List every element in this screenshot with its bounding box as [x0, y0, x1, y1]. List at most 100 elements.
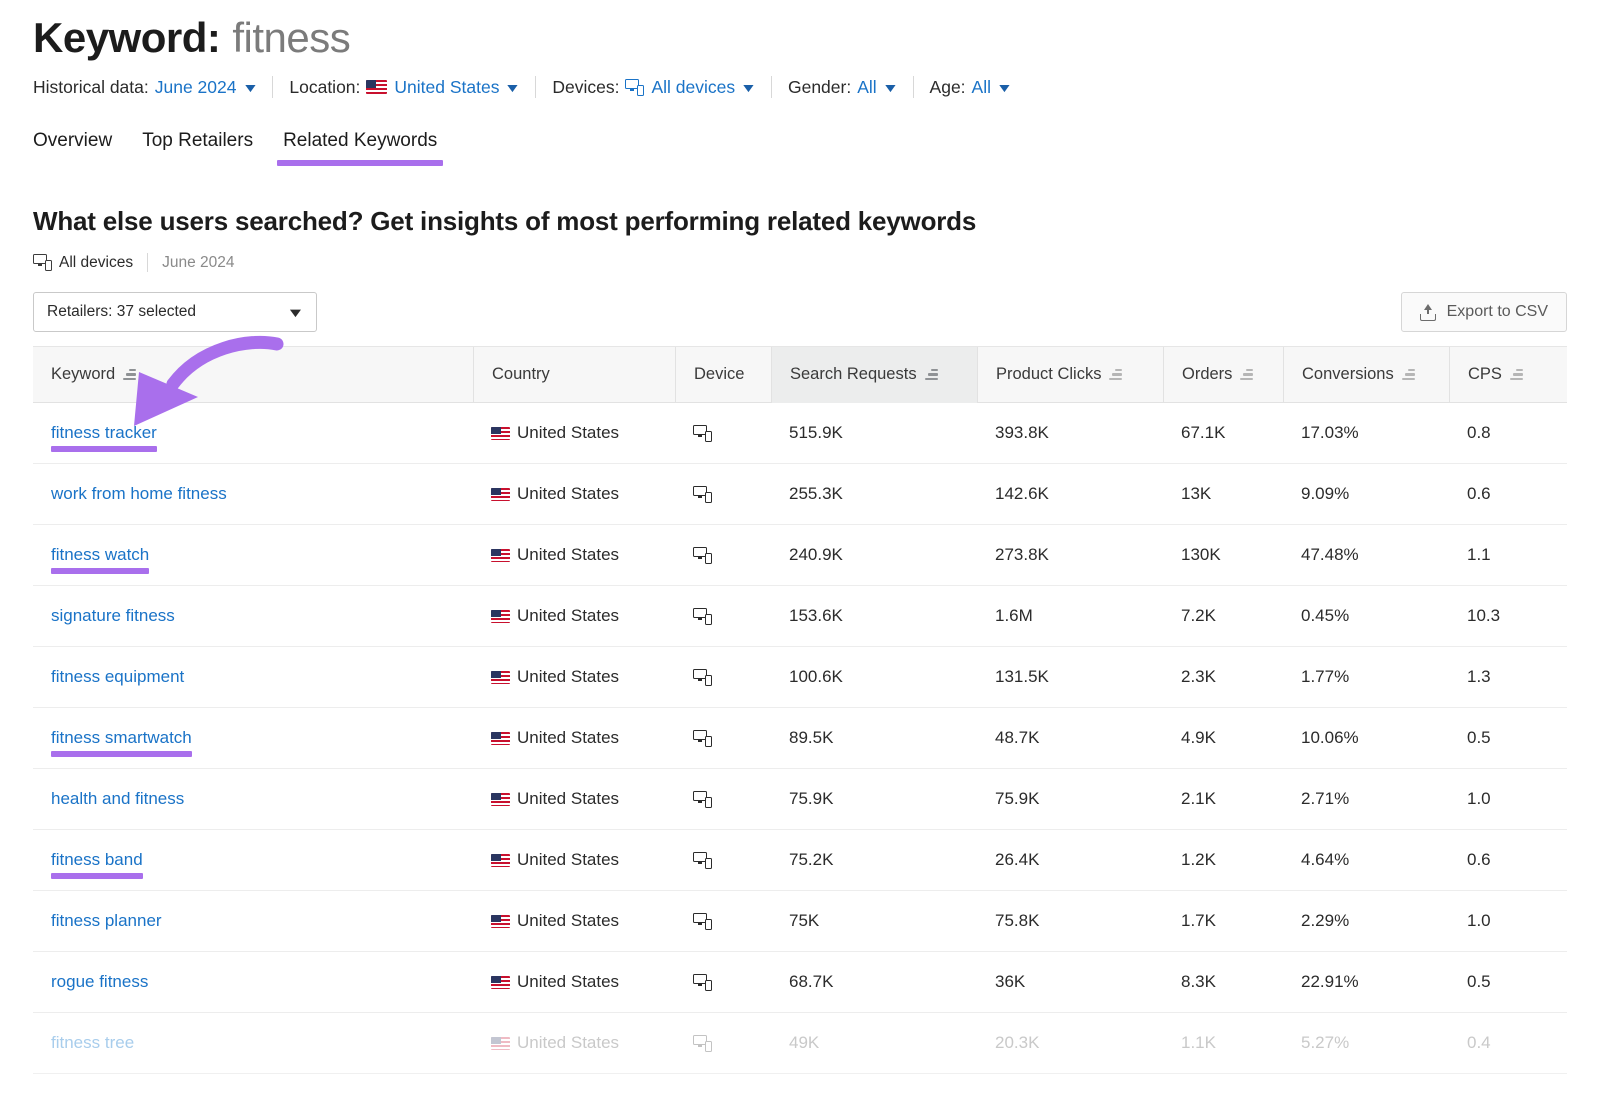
- cell-orders: 1.2K: [1163, 830, 1283, 891]
- tab-overview[interactable]: Overview: [33, 130, 112, 166]
- flag-us-icon: [491, 488, 510, 501]
- column-header-product-clicks-label: Product Clicks: [996, 365, 1101, 384]
- sort-icon[interactable]: [1109, 369, 1122, 380]
- column-header-orders[interactable]: Orders: [1163, 347, 1283, 403]
- sort-icon[interactable]: [1402, 369, 1415, 380]
- column-header-keyword-label: Keyword: [51, 365, 115, 384]
- cell-country: United States: [473, 769, 675, 830]
- filter-age[interactable]: Age: All ▼: [930, 77, 1011, 98]
- country-label: United States: [517, 972, 619, 992]
- cell-search-requests: 240.9K: [771, 525, 977, 586]
- cell-orders: 130K: [1163, 525, 1283, 586]
- keyword-link[interactable]: work from home fitness: [51, 484, 227, 504]
- table-row: health and fitness United States 75.9K75.9…: [33, 769, 1567, 830]
- filter-age-value[interactable]: All ▼: [972, 77, 1011, 98]
- filter-historical-data[interactable]: Historical data: June 2024 ▼: [33, 77, 256, 98]
- filter-devices-value[interactable]: All devices ▼: [625, 77, 755, 98]
- column-header-cps[interactable]: CPS: [1449, 347, 1567, 403]
- country-label: United States: [517, 911, 619, 931]
- filter-bar: Historical data: June 2024 ▼ Location: U…: [33, 76, 1567, 98]
- sort-icon-active[interactable]: [925, 369, 938, 380]
- cell-orders: 2.1K: [1163, 769, 1283, 830]
- keyword-link[interactable]: fitness band: [51, 850, 143, 870]
- keyword-link[interactable]: fitness watch: [51, 545, 149, 565]
- upload-icon: [1420, 304, 1436, 321]
- cell-orders: 8.3K: [1163, 952, 1283, 1013]
- keyword-link[interactable]: fitness smartwatch: [51, 728, 192, 748]
- table-row: fitness smartwatchUnited States89.5K48.7…: [33, 708, 1567, 769]
- tab-top-retailers[interactable]: Top Retailers: [142, 130, 253, 166]
- filter-gender-value[interactable]: All ▼: [857, 77, 896, 98]
- section-meta-devices: All devices: [59, 254, 133, 272]
- sort-icon[interactable]: [1240, 369, 1253, 380]
- sort-icon[interactable]: [123, 369, 136, 380]
- cell-device: [675, 769, 771, 830]
- devices-icon: [693, 1035, 712, 1052]
- cell-product-clicks: 142.6K: [977, 464, 1163, 525]
- column-header-conversions[interactable]: Conversions: [1283, 347, 1449, 403]
- keyword-link[interactable]: fitness tracker: [51, 423, 157, 443]
- flag-us-icon: [491, 915, 510, 928]
- filter-age-text: All: [972, 77, 991, 98]
- country-label: United States: [517, 606, 619, 626]
- retailers-select[interactable]: Retailers: 37 selected ▼: [33, 292, 317, 332]
- section-meta: All devices June 2024: [33, 253, 1567, 272]
- country-label: United States: [517, 728, 619, 748]
- table-row: work from home fitnessUnited States255.3…: [33, 464, 1567, 525]
- filter-location-value[interactable]: United States ▼: [366, 77, 519, 98]
- filter-historical-data-value[interactable]: June 2024 ▼: [155, 77, 257, 98]
- devices-icon: [693, 974, 712, 991]
- cell-country: United States: [473, 403, 675, 464]
- cell-device: [675, 525, 771, 586]
- keyword-link[interactable]: fitness planner: [51, 911, 162, 931]
- devices-icon: [693, 791, 712, 808]
- filter-gender-label: Gender:: [788, 77, 851, 98]
- flag-us-icon: [491, 976, 510, 989]
- filter-devices[interactable]: Devices: All devices ▼: [552, 77, 755, 98]
- tab-related-keywords[interactable]: Related Keywords: [283, 130, 437, 166]
- filter-location[interactable]: Location: United States ▼: [289, 77, 519, 98]
- cell-orders: 7.2K: [1163, 586, 1283, 647]
- cell-cps: 0.5: [1449, 952, 1567, 1013]
- keyword-link[interactable]: health and fitness: [51, 789, 184, 809]
- cell-keyword: fitness tracker: [33, 403, 473, 464]
- cell-device: [675, 586, 771, 647]
- keyword-link[interactable]: rogue fitness: [51, 972, 148, 992]
- keyword-link[interactable]: fitness equipment: [51, 667, 184, 687]
- cell-product-clicks: 75.9K: [977, 769, 1163, 830]
- cell-conversions: 5.27%: [1283, 1013, 1449, 1074]
- cell-country: United States: [473, 1013, 675, 1074]
- keyword-link[interactable]: signature fitness: [51, 606, 175, 626]
- flag-us-icon: [491, 793, 510, 806]
- export-to-csv-button[interactable]: Export to CSV: [1401, 292, 1567, 332]
- cell-search-requests: 75.9K: [771, 769, 977, 830]
- filter-gender[interactable]: Gender: All ▼: [788, 77, 897, 98]
- cell-keyword: fitness planner: [33, 891, 473, 952]
- divider: [913, 76, 914, 98]
- cell-orders: 2.3K: [1163, 647, 1283, 708]
- cell-device: [675, 647, 771, 708]
- section-title: What else users searched? Get insights o…: [33, 206, 1567, 237]
- cell-keyword: work from home fitness: [33, 464, 473, 525]
- cell-product-clicks: 48.7K: [977, 708, 1163, 769]
- cell-search-requests: 515.9K: [771, 403, 977, 464]
- column-header-search-requests-label: Search Requests: [790, 365, 917, 384]
- divider: [771, 76, 772, 98]
- cell-country: United States: [473, 708, 675, 769]
- keyword-link[interactable]: fitness tree: [51, 1033, 134, 1053]
- divider: [535, 76, 536, 98]
- flag-us-icon: [491, 671, 510, 684]
- cell-orders: 67.1K: [1163, 403, 1283, 464]
- cell-conversions: 1.77%: [1283, 647, 1449, 708]
- filter-historical-data-text: June 2024: [155, 77, 237, 98]
- cell-conversions: 10.06%: [1283, 708, 1449, 769]
- sort-icon[interactable]: [1510, 369, 1523, 380]
- column-header-search-requests[interactable]: Search Requests: [771, 347, 977, 403]
- devices-icon: [693, 913, 712, 930]
- filter-age-label: Age:: [930, 77, 966, 98]
- column-header-keyword[interactable]: Keyword: [33, 347, 473, 403]
- chevron-down-icon: ▼: [286, 305, 305, 320]
- column-header-product-clicks[interactable]: Product Clicks: [977, 347, 1163, 403]
- cell-device: [675, 1013, 771, 1074]
- cell-search-requests: 75.2K: [771, 830, 977, 891]
